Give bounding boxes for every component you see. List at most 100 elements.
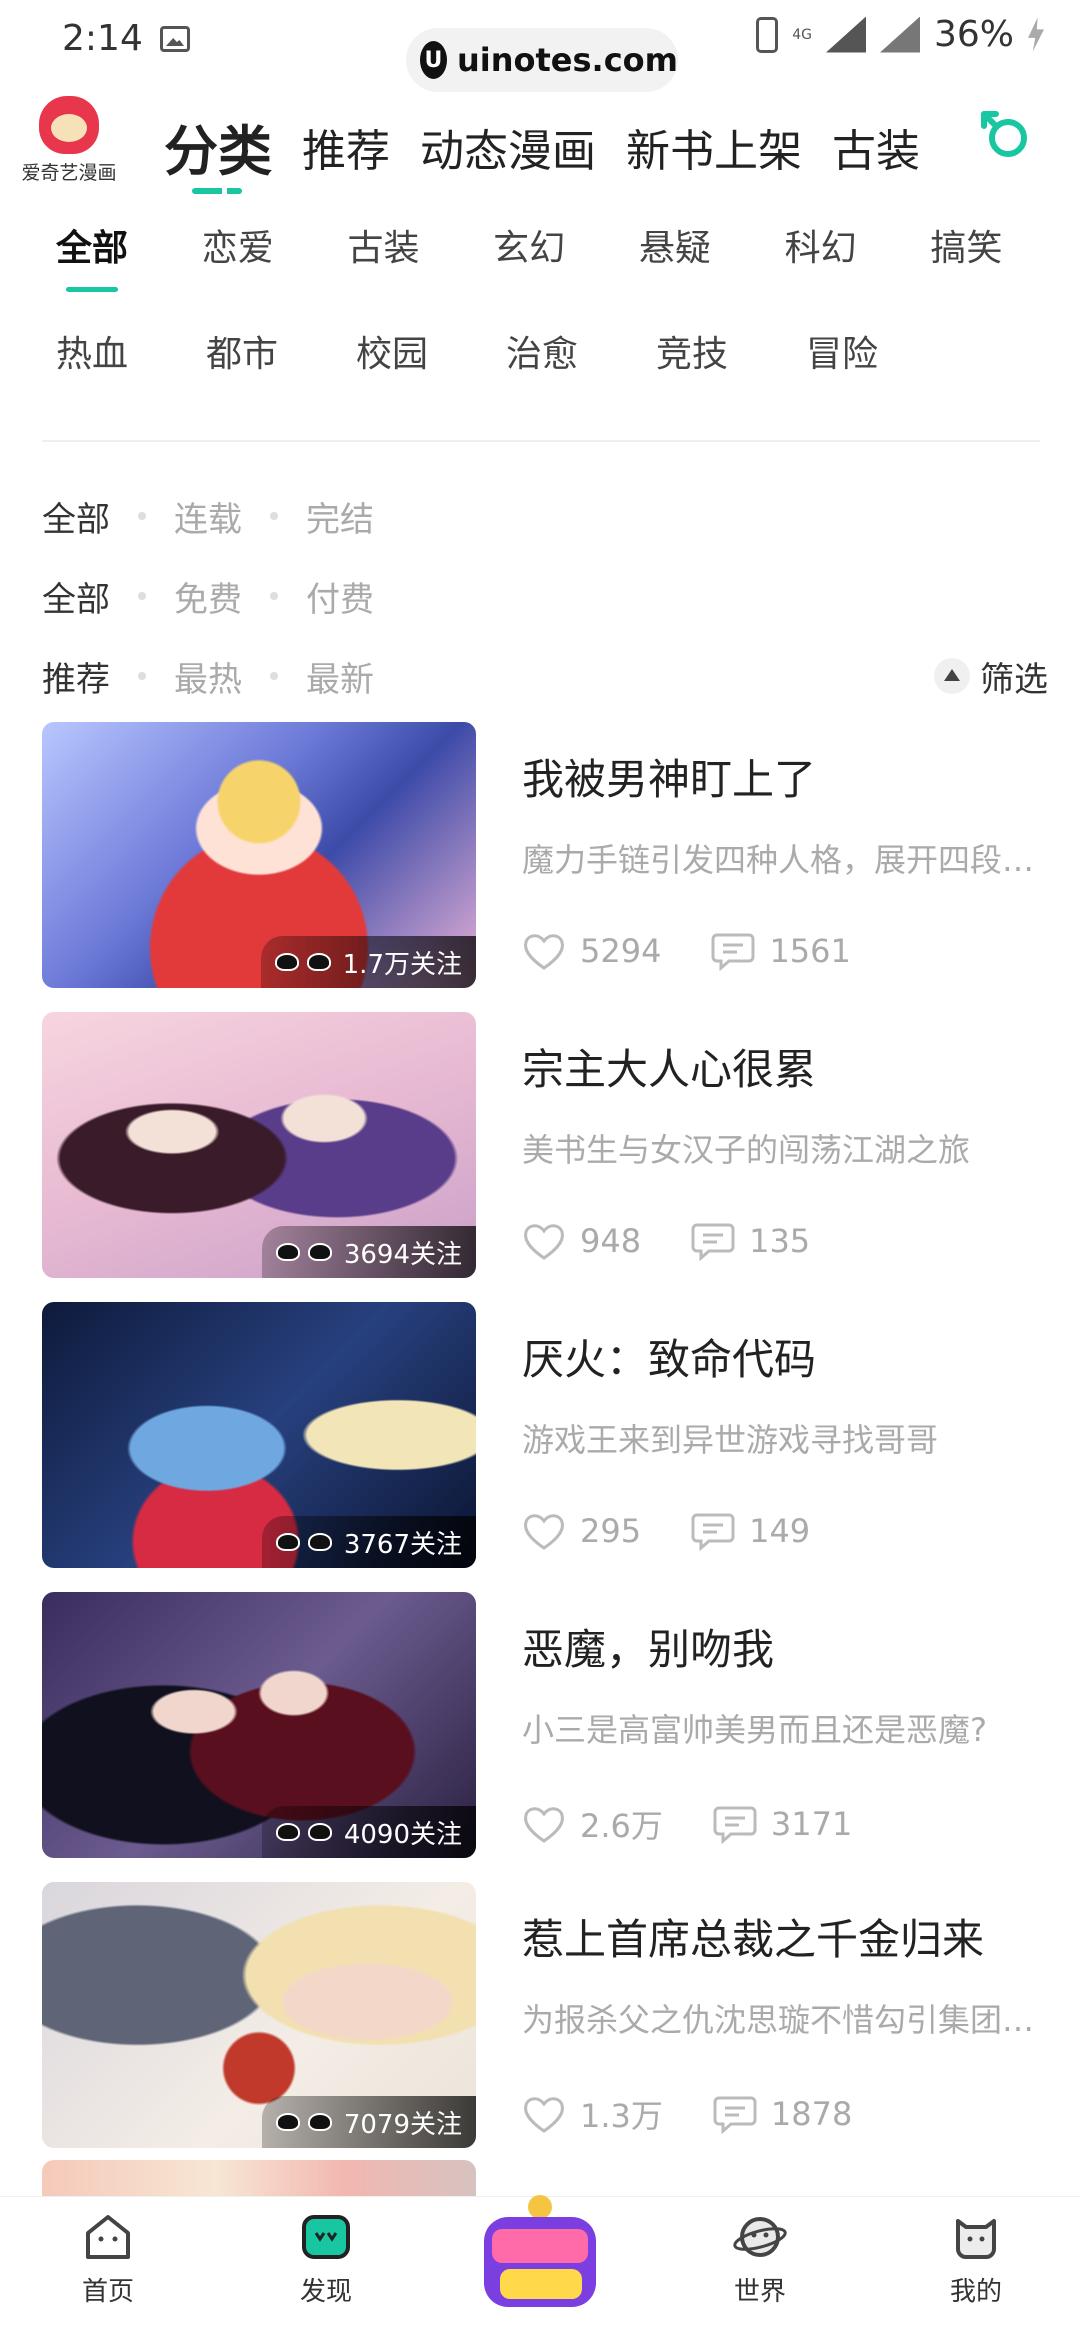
genre-filter: 全部 恋爱 古装 玄幻 悬疑 科幻 搞笑 热血 都市 校园 治愈 竞技 冒险 <box>42 224 1062 436</box>
comic-item[interactable]: 3767关注 厌火：致命代码 游戏王来到异世游戏寻找哥哥 295 149 <box>42 1302 1048 1592</box>
nav-world[interactable]: 世界 <box>690 2211 830 2308</box>
status-all[interactable]: 全部 <box>42 492 110 541</box>
comic-description: 为报杀父之仇沈思璇不惜勾引集团总裁 <box>522 2001 1048 2039</box>
heart-icon <box>524 1224 564 1260</box>
price-paid[interactable]: 付费 <box>306 572 374 621</box>
genre-hot-blood[interactable]: 热血 <box>42 330 192 380</box>
eyes-icon <box>274 2111 338 2133</box>
comment-icon <box>713 2096 757 2134</box>
comic-stats: 948 135 <box>522 1221 1048 1261</box>
sort-newest[interactable]: 最新 <box>306 652 374 701</box>
profile-icon <box>956 2219 996 2259</box>
price-filter: 全部 免费 付费 <box>42 556 1048 636</box>
nav-discover[interactable]: 发现 <box>256 2211 396 2308</box>
like-count: 2.6万 <box>580 1807 663 1845</box>
comic-cover: 3767关注 <box>42 1302 476 1568</box>
comic-item[interactable]: 7079关注 惹上首席总裁之千金归来 为报杀父之仇沈思璇不惜勾引集团总裁 1.3… <box>42 1882 1048 2172</box>
promo-gift-badge[interactable] <box>470 2177 610 2327</box>
comment-icon <box>713 1806 757 1844</box>
price-free[interactable]: 免费 <box>174 572 242 621</box>
tab-category[interactable]: 分类 <box>164 124 272 194</box>
tab-new-books[interactable]: 新书上架 <box>626 124 802 180</box>
genre-romance[interactable]: 恋爱 <box>188 224 334 274</box>
comic-item[interactable]: 3694关注 宗主大人心很累 美书生与女汉子的闯荡江湖之旅 948 135 <box>42 1012 1048 1302</box>
genre-adventure[interactable]: 冒险 <box>792 330 942 380</box>
signal-icon <box>825 16 866 53</box>
watermark-logo-icon: U <box>420 41 447 79</box>
status-finished[interactable]: 完结 <box>306 492 374 541</box>
filter-toggle-button[interactable]: 筛选 <box>934 652 1048 701</box>
genre-scifi[interactable]: 科幻 <box>771 224 917 274</box>
comment-count: 1561 <box>769 932 851 970</box>
comic-title: 厌火：致命代码 <box>522 1335 817 1384</box>
genre-costume[interactable]: 古装 <box>333 224 479 274</box>
separator-dot <box>270 672 278 680</box>
signal-icon-2 <box>879 16 920 53</box>
eyes-icon <box>274 1241 338 1263</box>
status-bar: 2:14 U uinotes.com 4G 36% <box>0 0 1080 92</box>
comic-info: 宗主大人心很累 美书生与女汉子的闯荡江湖之旅 948 135 <box>522 1012 1048 1302</box>
sort-hottest[interactable]: 最热 <box>174 652 242 701</box>
price-all[interactable]: 全部 <box>42 572 110 621</box>
tab-animated[interactable]: 动态漫画 <box>420 124 596 180</box>
genre-mystery[interactable]: 悬疑 <box>625 224 771 274</box>
separator-dot <box>138 592 146 600</box>
follow-count-badge: 7079关注 <box>261 2096 476 2148</box>
heart-icon <box>524 934 564 970</box>
comic-info: 惹上首席总裁之千金归来 为报杀父之仇沈思璇不惜勾引集团总裁 1.3万 1878 <box>522 1882 1048 2172</box>
follow-count: 1.7万关注 <box>342 949 462 980</box>
comic-item[interactable]: 1.7万关注 我被男神盯上了 魔力手链引发四种人格，展开四段奇妙恋情 5294 … <box>42 722 1048 1012</box>
comic-item[interactable]: 4090关注 恶魔，别吻我 小三是高富帅美男而且还是恶魔? 2.6万 3171 <box>42 1592 1048 1882</box>
comic-description: 游戏王来到异世游戏寻找哥哥 <box>522 1421 939 1459</box>
watermark-text: uinotes.com <box>456 41 678 79</box>
genre-comedy[interactable]: 搞笑 <box>916 224 1062 274</box>
comic-list: 1.7万关注 我被男神盯上了 魔力手链引发四种人格，展开四段奇妙恋情 5294 … <box>42 722 1048 2172</box>
comic-info: 恶魔，别吻我 小三是高富帅美男而且还是恶魔? 2.6万 3171 <box>522 1592 1048 1882</box>
heart-icon <box>524 2097 564 2133</box>
genre-row-1: 全部 恋爱 古装 玄幻 悬疑 科幻 搞笑 <box>42 224 1062 330</box>
battery-percent: 36% <box>933 14 1014 55</box>
app-name: 爱奇艺漫画 <box>21 162 117 184</box>
follow-count-badge: 3767关注 <box>261 1516 476 1568</box>
genre-healing[interactable]: 治愈 <box>492 330 642 380</box>
follow-count-badge: 3694关注 <box>261 1226 476 1278</box>
tab-recommend[interactable]: 推荐 <box>302 124 390 180</box>
sort-filter: 推荐 最热 最新 筛选 <box>42 636 1048 716</box>
watermark-badge: U uinotes.com <box>406 28 678 92</box>
nav-discover-label: 发现 <box>299 2277 352 2307</box>
tab-costume[interactable]: 古装 <box>832 124 920 180</box>
heart-icon <box>524 1514 564 1550</box>
follow-count-badge: 4090关注 <box>261 1806 476 1858</box>
home-icon <box>86 2215 130 2259</box>
comic-cover <box>42 2160 476 2200</box>
comment-icon <box>691 1513 735 1551</box>
genre-row-2: 热血 都市 校园 治愈 竞技 冒险 <box>42 330 1062 436</box>
sort-recommend[interactable]: 推荐 <box>42 652 110 701</box>
genre-fantasy[interactable]: 玄幻 <box>479 224 625 274</box>
comic-cover: 3694关注 <box>42 1012 476 1278</box>
gender-switch-icon[interactable] <box>980 108 1032 160</box>
comic-info: 我被男神盯上了 魔力手链引发四种人格，展开四段奇妙恋情 5294 1561 <box>522 722 1048 1012</box>
app-logo[interactable]: 爱奇艺漫画 <box>14 96 124 185</box>
comic-stats: 295 149 <box>522 1511 1048 1551</box>
status-serializing[interactable]: 连载 <box>174 492 242 541</box>
genre-all[interactable]: 全部 <box>42 224 188 292</box>
comment-count: 3171 <box>770 1805 853 1843</box>
comment-count: 135 <box>749 1222 811 1260</box>
top-tabs: 分类 推荐 动态漫画 新书上架 古装 <box>164 100 920 194</box>
heart-icon <box>524 1807 564 1843</box>
nav-home[interactable]: 首页 <box>38 2211 178 2308</box>
charging-icon <box>1028 17 1044 52</box>
genre-campus[interactable]: 校园 <box>342 330 492 380</box>
genre-urban[interactable]: 都市 <box>192 330 342 380</box>
nav-world-label: 世界 <box>733 2277 786 2307</box>
nav-mine[interactable]: 我的 <box>906 2211 1046 2308</box>
separator-dot <box>138 672 146 680</box>
nav-mine-label: 我的 <box>949 2277 1002 2307</box>
genre-sports[interactable]: 竞技 <box>642 330 792 380</box>
like-count: 5294 <box>580 932 662 970</box>
nav-home-label: 首页 <box>81 2277 134 2307</box>
comic-description: 美书生与女汉子的闯荡江湖之旅 <box>522 1131 971 1169</box>
comic-title: 我被男神盯上了 <box>522 755 817 804</box>
eyes-icon <box>274 1821 338 1843</box>
